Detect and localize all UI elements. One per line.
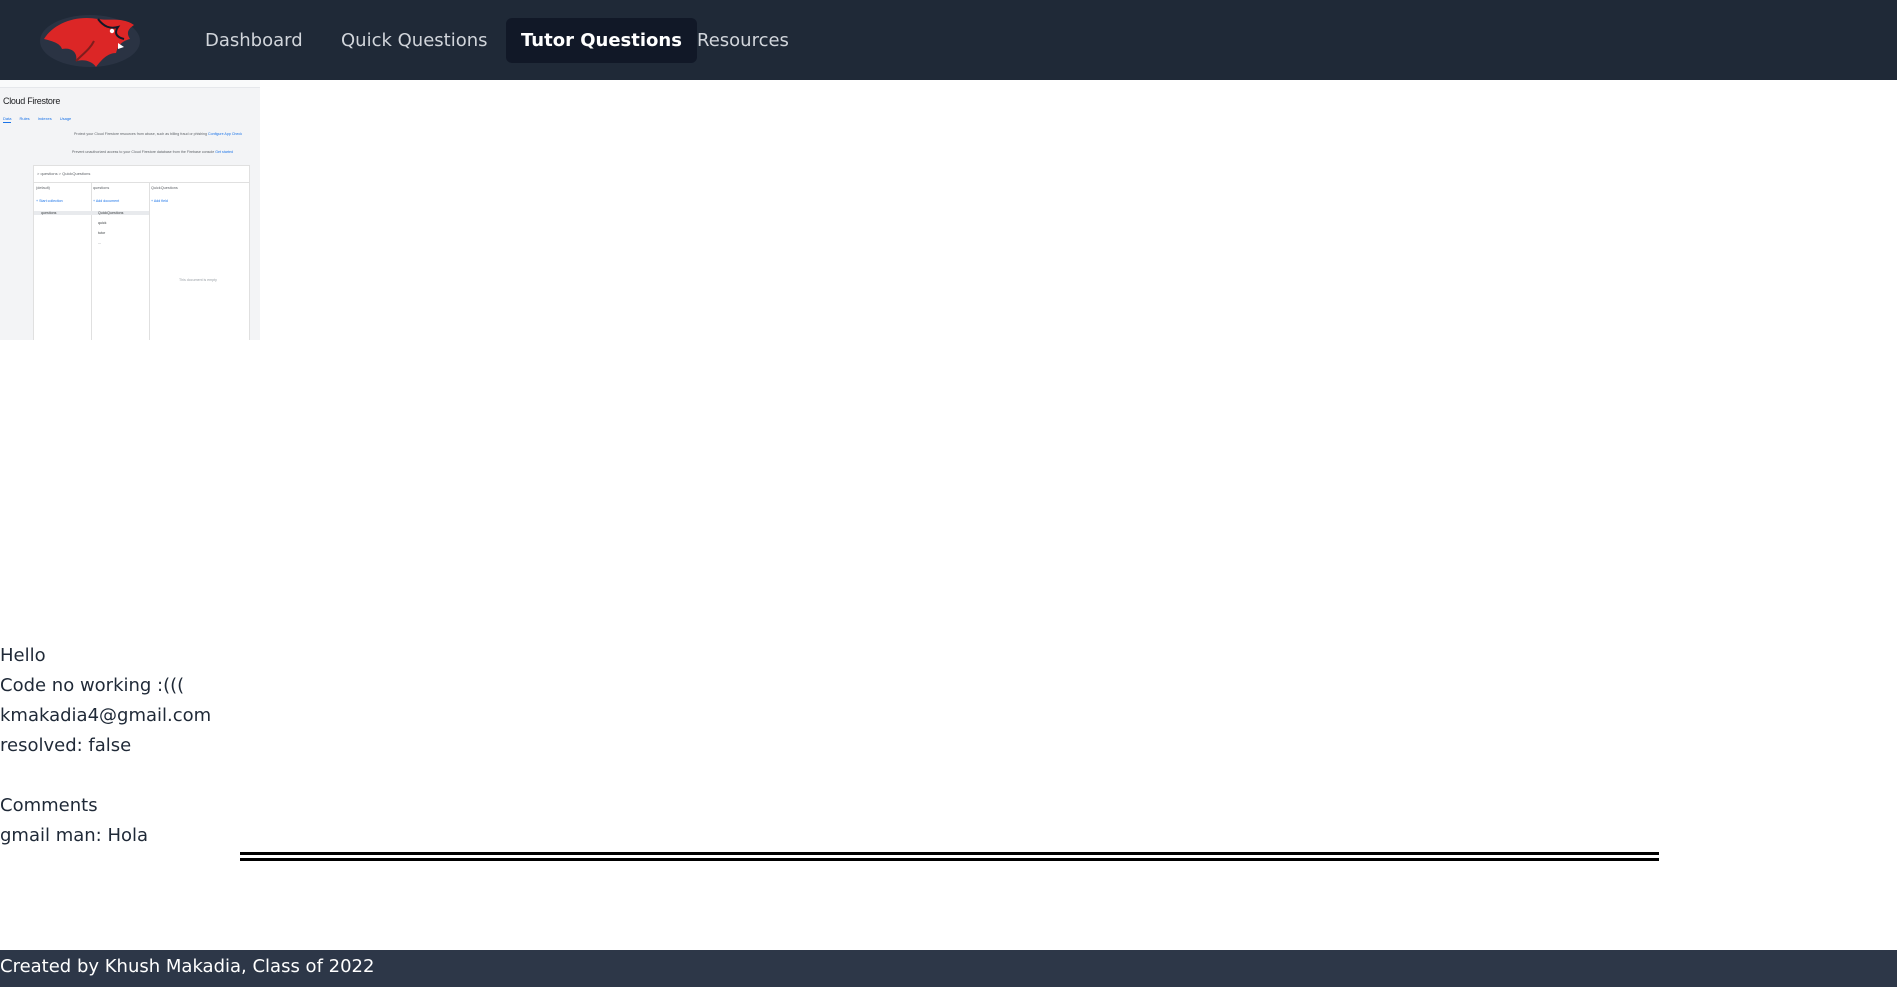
question-divider [240,852,1659,861]
question-body: Code no working :((( [0,675,185,696]
question-resolved-status: resolved: false [0,735,132,756]
attachment-tab: Indexes [37,116,52,121]
attachment-row: questions [34,211,91,215]
top-navbar: Dashboard Quick Questions Tutor Question… [0,0,1897,80]
attachment-tab: Usage [59,116,72,121]
question-attachment-image: Cloud Firestore Data Rules Indexes Usage… [0,80,260,340]
attachment-add-link: + Add field [151,199,168,203]
attachment-column-head: (default) [36,186,50,190]
attachment-path: > questions > QuickQuestions [37,171,91,176]
attachment-empty-note: This document is empty [179,278,217,282]
attachment-row: QuickQuestions [91,211,149,215]
attachment-data-panel: > questions > QuickQuestions (default) +… [33,165,250,340]
attachment-add-link: + Add document [93,199,120,203]
attachment-title: Cloud Firestore [3,96,61,106]
attachment-column: QuickQuestions + Add field This document… [149,183,248,340]
question-author-email: kmakadia4@gmail.com [0,705,212,726]
attachment-banner: Prevent unauthorized access to your Clou… [72,150,234,154]
attachment-row: tutor [98,231,106,235]
attachment-add-link: + Start collection [36,199,63,203]
attachment-column-head: QuickQuestions [151,186,178,190]
attachment-column: questions + Add document QuickQuestions … [91,183,150,340]
footer: Created by Khush Makadia, Class of 2022 [0,950,1897,987]
attachment-column-head: questions [93,186,110,190]
attachment-tabs: Data Rules Indexes Usage [3,116,71,121]
attachment-row: quick [98,221,107,225]
comments-heading: Comments [0,795,98,816]
attachment-banner: Protect your Cloud Firestore resources f… [74,132,243,136]
nav-resources[interactable]: Resources [682,18,804,63]
attachment-row: ... [98,241,101,245]
nav-tutor-questions[interactable]: Tutor Questions [506,18,697,63]
attachment-tab: Data [3,116,12,121]
nav-quick-questions[interactable]: Quick Questions [326,18,503,63]
comment-item: gmail man: Hola [0,825,149,846]
question-title: Hello [0,645,46,666]
attachment-tab: Rules [19,116,30,121]
footer-credit: Created by Khush Makadia, Class of 2022 [0,956,375,977]
nav-dashboard[interactable]: Dashboard [190,18,318,63]
attachment-tab-underline [3,122,11,123]
panther-logo-icon[interactable] [38,9,142,71]
attachment-topbar [0,80,260,88]
attachment-column: (default) + Start collection questions [34,183,92,340]
